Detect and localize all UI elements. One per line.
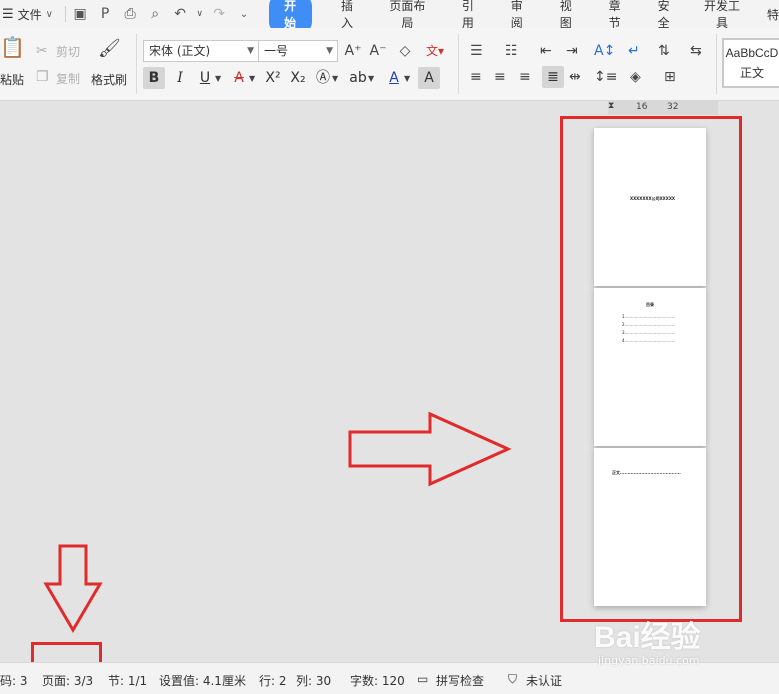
watermark-url: jingyan.baidu.com — [598, 654, 700, 667]
underline-dropdown-icon[interactable]: ▼ — [215, 70, 221, 88]
style-normal[interactable]: AaBbCcD 正文 — [722, 38, 779, 88]
ruler-tick: 16 — [636, 102, 648, 112]
strikethrough-button[interactable]: A — [228, 67, 250, 89]
hamburger-icon: ☰ — [2, 6, 14, 22]
line-spacing-icon[interactable]: ↕≡ — [594, 68, 617, 86]
font-name-value: 宋体 (正文) — [149, 44, 211, 58]
pages-highlight-box — [560, 116, 742, 622]
undo-icon[interactable]: ↶ — [170, 6, 191, 22]
font-size-select[interactable]: 一号 ▼ — [258, 40, 338, 62]
save-icon[interactable]: ▣ — [70, 6, 91, 22]
horizontal-ruler[interactable]: ⧗ 16 32 — [608, 101, 718, 115]
paste-button[interactable]: 粘贴 — [0, 71, 24, 88]
font-size-value: 一号 — [264, 44, 289, 58]
style-name: 正文 — [739, 66, 764, 80]
align-center-icon[interactable]: ≡ — [494, 68, 506, 86]
cut-button[interactable]: 剪切 — [56, 43, 80, 60]
print-icon[interactable]: ⎙ — [120, 6, 141, 22]
page-count-status[interactable]: 页面: 3/3 — [42, 672, 93, 689]
menu-bar: ☰ 文件 ∨ ▣ P ⎙ ⌕ ↶ ∨ ↷ ⌄ 开始 插入 页面布局 引用 审阅 … — [0, 0, 779, 33]
baidu-jingyan-watermark: Bai经验 jingyan.baidu.com — [594, 612, 774, 690]
cut-icon[interactable]: ✂ — [36, 42, 48, 60]
format-painter-icon[interactable]: 🖌 — [98, 40, 121, 58]
divider — [458, 34, 459, 94]
divider — [136, 34, 137, 94]
borders-icon[interactable]: ⊞ — [664, 68, 676, 86]
ruler-tick: 32 — [667, 102, 679, 112]
quick-access-toolbar: ▣ P ⎙ ⌕ ↶ ∨ ↷ ⌄ — [70, 6, 255, 22]
highlight-dropdown-icon[interactable]: ▼ — [368, 70, 374, 88]
text-effect-button[interactable]: Ⓐ — [312, 67, 334, 89]
divider — [716, 34, 717, 94]
justify-button[interactable]: ≣ — [542, 66, 564, 88]
copy-button[interactable]: 复制 — [56, 70, 80, 87]
shield-icon[interactable]: ⛉ — [508, 672, 517, 687]
indent-marker-icon[interactable]: ⧗ — [608, 101, 614, 111]
format-painter-button[interactable]: 格式刷 — [91, 71, 127, 88]
undo-dropdown-icon[interactable]: ∨ — [195, 9, 205, 19]
tab-more[interactable]: 特 — [767, 4, 779, 25]
sort-icon[interactable]: ⇅ — [658, 42, 670, 60]
style-sample: AaBbCcD — [725, 46, 779, 60]
show-hide-marks-icon[interactable]: ↵ — [628, 42, 640, 60]
page-number-status[interactable]: 码: 3 — [0, 672, 28, 689]
spell-check-button[interactable]: 拼写检查 — [436, 672, 484, 689]
char-shading-button[interactable]: A — [418, 67, 440, 89]
numbered-list-icon[interactable]: ☷ — [505, 42, 518, 60]
chevron-down-icon: ∨ — [45, 8, 53, 20]
font-color-dropdown-icon[interactable]: ▼ — [404, 70, 410, 88]
bold-button[interactable]: B — [143, 67, 165, 89]
certification-status[interactable]: 未认证 — [526, 672, 562, 689]
distributed-align-icon[interactable]: ⇹ — [569, 68, 581, 86]
highlight-button[interactable]: ab — [347, 67, 369, 89]
watermark-logo: Bai经验 — [594, 621, 701, 654]
text-effect-dropdown-icon[interactable]: ▼ — [332, 70, 338, 88]
section-status[interactable]: 节: 1/1 — [108, 672, 147, 689]
file-menu[interactable]: ☰ 文件 ∨ — [0, 6, 61, 23]
distribute-icon[interactable]: ⇆ — [690, 42, 702, 60]
copy-icon[interactable]: ❐ — [36, 68, 49, 86]
bullet-list-icon[interactable]: ☰ — [470, 42, 483, 60]
row-status[interactable]: 行: 2 — [259, 672, 287, 689]
decrease-indent-icon[interactable]: ⇤ — [540, 42, 552, 60]
print-preview-icon[interactable]: ⌕ — [145, 6, 166, 22]
chinese-layout-icon[interactable]: A↕ — [594, 42, 615, 60]
paste-icon[interactable]: 📋 — [0, 37, 25, 57]
italic-button[interactable]: I — [169, 67, 191, 89]
font-color-button[interactable]: A — [383, 67, 405, 89]
down-arrow-annotation — [43, 544, 103, 633]
export-pdf-icon[interactable]: P — [95, 6, 116, 22]
underline-button[interactable]: U — [194, 67, 216, 89]
grow-font-icon[interactable]: A⁺ — [344, 42, 362, 60]
file-menu-label: 文件 — [17, 7, 42, 22]
align-right-icon[interactable]: ≡ — [519, 68, 531, 86]
chevron-down-icon: ▼ — [247, 46, 254, 56]
redo-icon[interactable]: ↷ — [209, 6, 230, 22]
position-status[interactable]: 设置值: 4.1厘米 — [159, 672, 246, 689]
right-arrow-annotation — [348, 411, 512, 487]
column-status[interactable]: 列: 30 — [296, 672, 331, 689]
phonetic-guide-icon[interactable]: 文▾ — [422, 42, 448, 60]
divider — [64, 6, 66, 22]
subscript-button[interactable]: X₂ — [287, 67, 309, 89]
increase-indent-icon[interactable]: ⇥ — [566, 42, 578, 60]
shading-icon[interactable]: ◈ — [630, 68, 641, 86]
strikethrough-dropdown-icon[interactable]: ▼ — [249, 70, 255, 88]
clear-format-icon[interactable]: ◇ — [396, 42, 414, 60]
superscript-button[interactable]: X² — [262, 67, 284, 89]
chevron-down-icon: ▼ — [326, 46, 333, 56]
shrink-font-icon[interactable]: A⁻ — [369, 42, 387, 60]
font-name-select[interactable]: 宋体 (正文) ▼ — [143, 40, 259, 62]
word-count-status[interactable]: 字数: 120 — [350, 672, 405, 689]
ribbon: 📋 粘贴 ✂ 剪切 ❐ 复制 🖌 格式刷 宋体 (正文) ▼ 一号 ▼ A⁺ A… — [0, 28, 779, 101]
customize-dropdown-icon[interactable]: ⌄ — [234, 9, 255, 20]
spell-check-icon[interactable]: ▭ — [417, 672, 428, 686]
align-left-icon[interactable]: ≡ — [470, 68, 482, 86]
